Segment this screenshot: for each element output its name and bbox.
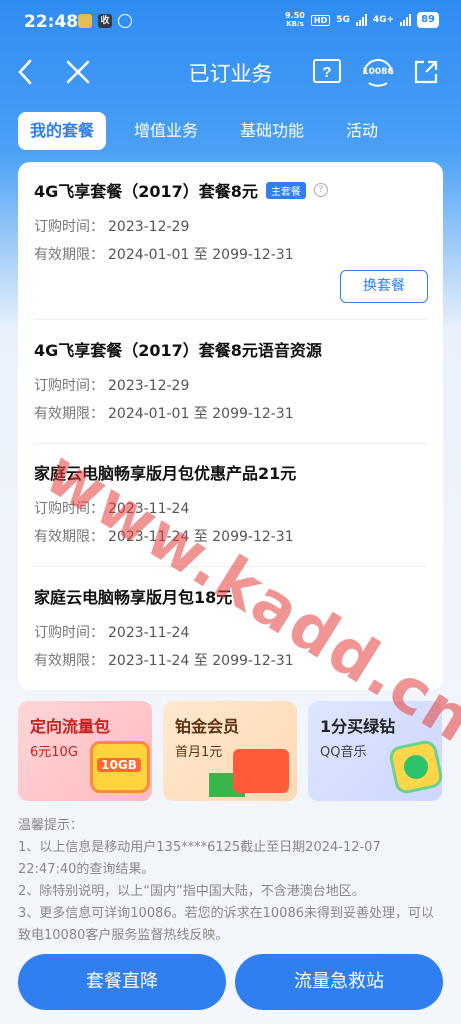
order-label: 订购时间： — [34, 501, 104, 517]
gift-box-icon — [233, 749, 289, 793]
promo-platinum-member[interactable]: 铂金会员 首月1元 — [163, 701, 297, 801]
divider — [34, 319, 427, 320]
battery-icon: 89 — [417, 12, 439, 28]
speed-value: 9.50 — [285, 11, 305, 20]
data-badge: 10GB — [97, 758, 141, 772]
tab-activities[interactable]: 活动 — [332, 112, 392, 150]
tab-bar: 我的套餐 增值业务 基础功能 活动 — [18, 112, 406, 150]
network-4g-label: 4G+ — [372, 15, 395, 25]
order-time-row: 订购时间： 2023-11-24 — [34, 626, 427, 640]
valid-period-row: 有效期限： 2024-01-01 至 2099-12-31 — [34, 407, 427, 421]
tab-basic-functions[interactable]: 基础功能 — [226, 112, 318, 150]
promo-title: 铂金会员 — [175, 717, 240, 736]
order-label: 订购时间： — [34, 378, 104, 394]
valid-label: 有效期限： — [34, 247, 104, 263]
status-right-icons: 9.50 KB/s HD 5G 4G+ 89 — [285, 12, 439, 28]
tips-heading: 温馨提示： — [18, 818, 84, 833]
hotspot-icon — [118, 14, 132, 28]
message-notification-icon: 收 — [98, 14, 112, 28]
promo-data-pack[interactable]: 定向流量包 6元10G 10GB — [18, 701, 152, 801]
order-date: 2023-11-24 — [108, 501, 190, 517]
network-speed: 9.50 KB/s — [285, 11, 305, 29]
share-icon — [414, 60, 438, 84]
order-label: 订购时间： — [34, 625, 104, 641]
order-date: 2023-12-29 — [108, 378, 190, 394]
order-time-row: 订购时间： 2023-12-29 — [34, 220, 427, 234]
package-list-card: 4G飞享套餐（2017）套餐8元 主套餐 ? 订购时间： 2023-12-29 有… — [18, 162, 443, 690]
package-name-text: 4G飞享套餐（2017）套餐8元 — [34, 182, 258, 201]
package-discount-button[interactable]: 套餐直降 — [18, 954, 226, 1010]
bottom-action-bar: 套餐直降 流量急救站 — [0, 948, 461, 1024]
promo-qq-music[interactable]: 1分买绿钻 QQ音乐 — [308, 701, 442, 801]
package-item: 家庭云电脑畅享版月包18元 订购时间： 2023-11-24 有效期限： 2023-… — [34, 584, 427, 668]
app-header: 已订业务 ? 10086 — [0, 46, 461, 98]
status-left-icons: 收 — [78, 14, 132, 28]
valid-period-row: 有效期限： 2023-11-24 至 2099-12-31 — [34, 530, 427, 544]
promo-title: 1分买绿钻 — [320, 717, 396, 736]
valid-range: 2023-11-24 至 2099-12-31 — [108, 653, 294, 669]
order-label: 订购时间： — [34, 219, 104, 235]
speed-unit: KB/s — [286, 20, 304, 28]
main-package-badge: 主套餐 — [265, 181, 306, 199]
promo-tiles: 定向流量包 6元10G 10GB 铂金会员 首月1元 1分买绿钻 QQ音乐 — [18, 701, 443, 801]
tips-line-2: 2、除特别说明，以上“国内”指中国大陆，不含港澳台地区。 — [18, 884, 365, 899]
help-icon: ? — [313, 59, 341, 83]
divider — [34, 443, 427, 444]
order-time-row: 订购时间： 2023-11-24 — [34, 502, 427, 516]
order-time-row: 订购时间： 2023-12-29 — [34, 379, 427, 393]
order-date: 2023-12-29 — [108, 219, 190, 235]
tv-gift-icon: 10GB — [90, 741, 150, 793]
promo-title: 定向流量包 — [30, 717, 111, 736]
package-item: 家庭云电脑畅享版月包优惠产品21元 订购时间： 2023-11-24 有效期限： 2… — [34, 460, 427, 544]
share-button[interactable] — [410, 56, 442, 88]
valid-period-row: 有效期限： 2024-01-01 至 2099-12-31 — [34, 248, 427, 262]
tab-value-added[interactable]: 增值业务 — [120, 112, 212, 150]
package-name: 4G飞享套餐（2017）套餐8元 主套餐 ? — [34, 178, 427, 202]
change-package-button[interactable]: 换套餐 — [340, 270, 428, 303]
data-rescue-button[interactable]: 流量急救站 — [235, 954, 443, 1010]
music-note-icon — [401, 752, 431, 782]
valid-range: 2024-01-01 至 2099-12-31 — [108, 406, 294, 422]
tips-line-1: 1、以上信息是移动用户135****6125截止至日期2024-12-07 22… — [18, 840, 381, 877]
qq-music-icon — [387, 738, 442, 796]
valid-label: 有效期限： — [34, 406, 104, 422]
valid-range: 2023-11-24 至 2099-12-31 — [108, 529, 294, 545]
valid-label: 有效期限： — [34, 529, 104, 545]
valid-label: 有效期限： — [34, 653, 104, 669]
svg-text:?: ? — [322, 64, 331, 81]
status-bar: 22:48 收 9.50 KB/s HD 5G 4G+ 89 — [0, 0, 461, 46]
divider — [34, 566, 427, 567]
network-5g-label: 5G — [336, 15, 350, 25]
app-notification-icon — [78, 14, 92, 28]
signal-icon-2 — [400, 14, 412, 26]
hd-icon: HD — [310, 14, 331, 26]
valid-range: 2024-01-01 至 2099-12-31 — [108, 247, 294, 263]
tab-my-packages[interactable]: 我的套餐 — [18, 112, 107, 150]
package-item: 4G飞享套餐（2017）套餐8元 主套餐 ? 订购时间： 2023-12-29 有… — [34, 178, 427, 262]
package-name: 家庭云电脑畅享版月包优惠产品21元 — [34, 464, 297, 483]
order-date: 2023-11-24 — [108, 625, 190, 641]
tips-line-3: 3、更多信息可详询10086。若您的诉求在10086未得到妥善处理，可以致电10… — [18, 906, 434, 943]
package-item: 4G飞享套餐（2017）套餐8元语音资源 订购时间： 2023-12-29 有效期… — [34, 337, 427, 421]
signal-icon — [355, 14, 367, 26]
hotline-button[interactable]: 10086 — [358, 56, 398, 88]
package-name: 4G飞享套餐（2017）套餐8元语音资源 — [34, 341, 322, 360]
valid-period-row: 有效期限： 2023-11-24 至 2099-12-31 — [34, 654, 427, 668]
hotline-number: 10086 — [362, 67, 394, 77]
question-icon[interactable]: ? — [313, 183, 328, 197]
status-time: 22:48 — [24, 12, 79, 32]
package-name: 家庭云电脑畅享版月包18元 — [34, 588, 233, 607]
tips-section: 温馨提示： 1、以上信息是移动用户135****6125截止至日期2024-12… — [18, 815, 443, 947]
help-button[interactable]: ? — [311, 56, 343, 88]
